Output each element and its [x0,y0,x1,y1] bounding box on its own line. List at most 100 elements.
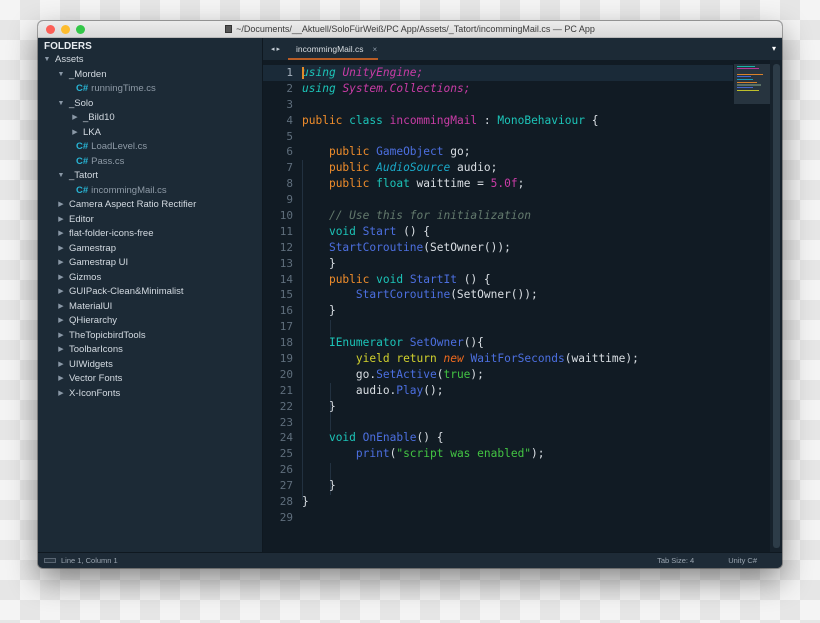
code-line[interactable]: yield return new WaitForSeconds(waittime… [302,351,722,367]
tree-folder-item[interactable]: ▶ Gizmos [38,271,262,286]
disclosure-expanded-icon[interactable]: ▼ [42,53,52,68]
disclosure-collapsed-icon[interactable]: ▶ [56,227,66,242]
folder-label: LKA [83,126,101,138]
code-line[interactable]: IEnumerator SetOwner(){ [302,335,722,351]
code-line[interactable]: audio.Play(); [302,383,722,399]
code-token: ; [416,66,424,79]
line-number: 7 [286,161,293,175]
disclosure-expanded-icon[interactable]: ▼ [56,68,66,83]
code-line[interactable]: void OnEnable() { [302,430,722,446]
code-token: Play [396,383,424,397]
minimap[interactable] [734,64,770,104]
code-line[interactable]: go.SetActive(true); [302,367,722,383]
disclosure-collapsed-icon[interactable]: ▶ [56,343,66,358]
disclosure-expanded-icon[interactable]: ▼ [56,169,66,184]
syntax-setting[interactable]: Unity C# [728,556,757,565]
code-line[interactable] [302,510,722,526]
code-line[interactable] [302,129,722,145]
tree-folder-item[interactable]: ▶ LKA [38,126,262,141]
code-line[interactable]: StartCoroutine(SetOwner()); [302,240,722,256]
disclosure-collapsed-icon[interactable]: ▶ [56,198,66,213]
code-line[interactable]: public GameObject go; [302,144,722,160]
disclosure-collapsed-icon[interactable]: ▶ [56,213,66,228]
line-number-gutter: 1 2 3 4 5 6 7 8 9 10 11 12 13 14 15 16 17 18 19 20 21 22 23 24 2… [263,65,293,526]
code-line[interactable]: // Use this for initialization [302,208,722,224]
code-line[interactable] [302,462,722,478]
code-line[interactable]: } [302,399,722,415]
code-line[interactable]: StartCoroutine(SetOwner()); [302,287,722,303]
code-line[interactable]: } [302,303,722,319]
tree-folder-item[interactable]: ▶ Editor [38,213,262,228]
disclosure-collapsed-icon[interactable]: ▶ [56,256,66,271]
code-line[interactable] [302,97,722,113]
tab-dropdown-icon[interactable]: ▾ [772,44,776,53]
code-line[interactable]: using System.Collections; [302,81,722,97]
disclosure-collapsed-icon[interactable]: ▶ [56,329,66,344]
code-line[interactable]: public AudioSource audio; [302,160,722,176]
tree-folder-item[interactable]: ▶ Gamestrap [38,242,262,257]
line-number: 24 [279,431,293,445]
disclosure-collapsed-icon[interactable]: ▶ [56,242,66,257]
code-line[interactable]: } [302,494,722,510]
close-window-button[interactable] [46,25,55,34]
disclosure-collapsed-icon[interactable]: ▶ [70,126,80,141]
tree-folder-item[interactable]: ▶ GUIPack-Clean&Minimalist [38,285,262,300]
tree-folder-item[interactable]: ▶ Gamestrap UI [38,256,262,271]
tree-folder-item[interactable]: ▶ ToolbarIcons [38,343,262,358]
tree-folder-item[interactable]: ▶ UIWidgets [38,358,262,373]
tree-file-item[interactable]: C# LoadLevel.cs [38,140,262,155]
code-line[interactable]: print("script was enabled"); [302,446,722,462]
tree-folder-item[interactable]: ▶ flat-folder-icons-free [38,227,262,242]
code-line[interactable]: public float waittime = 5.0f; [302,176,722,192]
tree-folder-item[interactable]: ▼ Assets [38,53,262,68]
panel-toggle-icon[interactable] [44,558,56,563]
code-token: public [302,113,343,127]
tree-folder-item[interactable]: ▼ _Morden [38,68,262,83]
code-line[interactable]: } [302,256,722,272]
tree-folder-item[interactable]: ▼ _Solo [38,97,262,112]
disclosure-collapsed-icon[interactable]: ▶ [56,387,66,402]
disclosure-collapsed-icon[interactable]: ▶ [56,271,66,286]
disclosure-collapsed-icon[interactable]: ▶ [56,300,66,315]
tree-folder-item[interactable]: ▼ _Tatort [38,169,262,184]
code-line[interactable]: using UnityEngine; [302,65,722,81]
code-line[interactable] [302,319,722,335]
code-line[interactable]: public void StartIt () { [302,272,722,288]
tree-folder-item[interactable]: ▶ QHierarchy [38,314,262,329]
tab-close-icon[interactable]: × [373,45,378,54]
disclosure-collapsed-icon[interactable]: ▶ [56,314,66,329]
maximize-window-button[interactable] [76,25,85,34]
tree-folder-item[interactable]: ▶ X-IconFonts [38,387,262,402]
vertical-scrollbar[interactable] [773,64,780,548]
tree-folder-item[interactable]: ▶ _Bild10 [38,111,262,126]
tree-folder-item[interactable]: ▶ Vector Fonts [38,372,262,387]
code-line[interactable]: } [302,478,722,494]
minimize-window-button[interactable] [61,25,70,34]
code-token: } [302,256,336,270]
disclosure-collapsed-icon[interactable]: ▶ [56,358,66,373]
tree-file-item[interactable]: C# incommingMail.cs [38,184,262,199]
tree-folder-item[interactable]: ▶ TheTopicbirdTools [38,329,262,344]
tab-navigation-arrows[interactable]: ◂ ▸ [263,45,288,53]
tree-folder-item[interactable]: ▶ MaterialUI [38,300,262,315]
disclosure-collapsed-icon[interactable]: ▶ [56,372,66,387]
tree-folder-item[interactable]: ▶ Camera Aspect Ratio Rectifier [38,198,262,213]
disclosure-expanded-icon[interactable]: ▼ [56,97,66,112]
code-line[interactable] [302,415,722,431]
code-content[interactable]: using UnityEngine; using System.Collectio… [302,65,722,526]
tree-file-item[interactable]: C# runningTime.cs [38,82,262,97]
code-editor[interactable]: 1 2 3 4 5 6 7 8 9 10 11 12 13 14 15 16 17 18 19 20 21 22 23 24 2… [263,60,782,552]
code-token: WaitForSeconds [470,352,565,366]
code-line[interactable]: void Start () { [302,224,722,240]
code-line[interactable] [302,192,722,208]
tab-incommingmail[interactable]: incommingMail.cs × [288,38,378,60]
line-number: 12 [279,240,293,254]
disclosure-collapsed-icon[interactable]: ▶ [70,111,80,126]
disclosure-collapsed-icon[interactable]: ▶ [56,285,66,300]
tab-size-setting[interactable]: Tab Size: 4 [657,556,694,565]
code-line[interactable]: public class incommingMail : MonoBehavio… [302,113,722,129]
tree-file-item[interactable]: C# Pass.cs [38,155,262,170]
